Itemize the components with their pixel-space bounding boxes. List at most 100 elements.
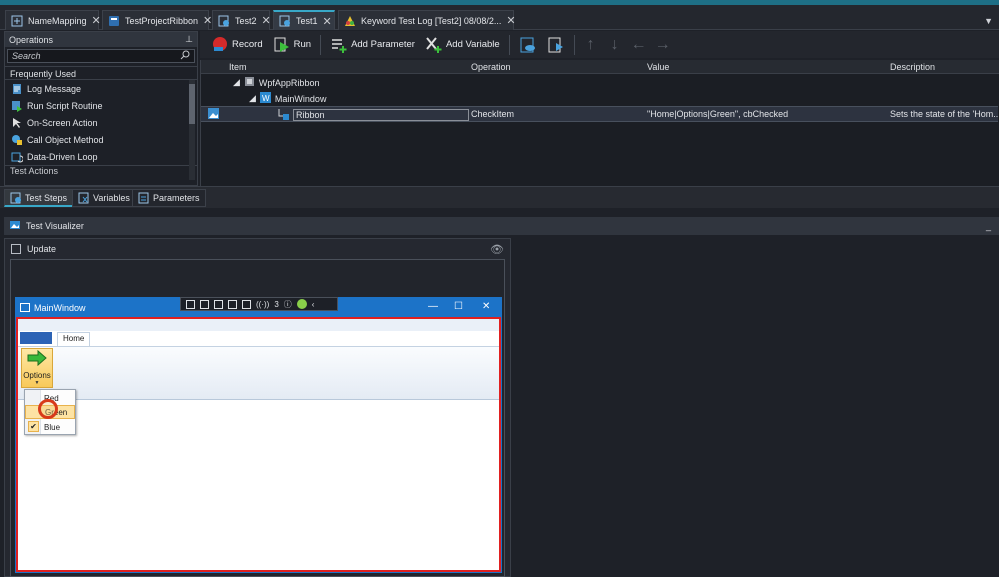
ribbon-body [18, 346, 499, 400]
record-icon [211, 36, 229, 54]
indent-left-icon[interactable]: ← [629, 36, 649, 54]
toolbar-separator [573, 34, 575, 55]
close-icon[interactable]: ✕ [262, 14, 271, 27]
toolbar-separator [508, 34, 510, 55]
operation-label: On-Screen Action [27, 117, 98, 128]
tab-label: Test Steps [25, 192, 68, 203]
run-icon [273, 36, 291, 54]
column-item[interactable]: Item [229, 62, 247, 72]
visualizer-title: Test Visualizer [26, 221, 84, 231]
captured-window-title: MainWindow [34, 302, 86, 313]
export-button[interactable] [544, 34, 568, 56]
checkbox-box[interactable] [11, 244, 21, 254]
column-operation[interactable]: Operation [471, 62, 511, 72]
collapse-arrow-icon[interactable]: ‹ [312, 300, 315, 309]
minimize-icon[interactable]: _ [986, 221, 991, 231]
test-log-icon [344, 15, 356, 27]
column-description[interactable]: Description [890, 62, 935, 72]
tree-label: MainWindow [274, 93, 327, 104]
process-icon [244, 76, 255, 89]
operation-label: Call Object Method [27, 134, 104, 145]
value-cell[interactable]: "Home|Options|Green", cbChecked [647, 109, 788, 119]
close-icon[interactable]: ✕ [203, 14, 212, 27]
log-message-icon [11, 83, 23, 95]
close-icon[interactable]: ✕ [323, 15, 332, 28]
scrollbar-thumb[interactable] [189, 84, 195, 124]
toolbar-separator [320, 34, 322, 55]
operation-cell[interactable]: CheckItem [471, 109, 514, 119]
add-parameter-button[interactable]: Add Parameter [327, 34, 418, 56]
update-checkbox[interactable]: Update [11, 244, 56, 254]
keyword-test-icon [279, 15, 291, 27]
column-value[interactable]: Value [647, 62, 669, 72]
operations-search-input[interactable]: Search [7, 49, 195, 63]
eye-icon[interactable]: 👁 [490, 243, 504, 256]
group-frequently-used[interactable]: Frequently Used [5, 66, 197, 80]
operation-log-message[interactable]: Log Message [5, 80, 197, 97]
tab-testprojectribbon[interactable]: TestProjectRibbon ✕ [102, 10, 212, 30]
info-icon[interactable]: ⓘ [284, 299, 292, 310]
close-icon[interactable]: ✕ [506, 14, 515, 27]
tab-label: Parameters [153, 193, 200, 203]
operation-run-script-routine[interactable]: Run Script Routine [5, 97, 197, 114]
test-steps-icon [10, 192, 22, 204]
run-label: Run [293, 39, 312, 50]
window-icon: W [259, 92, 271, 105]
broadcast-icon[interactable]: ((·)) [256, 300, 269, 309]
region-icon[interactable] [242, 299, 251, 309]
operation-call-object-method[interactable]: Call Object Method [5, 131, 197, 148]
dropdown-arrow-icon: ▼ [34, 380, 40, 386]
operations-title: Operations [9, 34, 54, 45]
operation-data-driven-loop[interactable]: Data-Driven Loop [5, 148, 197, 165]
minimize-window-icon: — [428, 301, 438, 312]
comment-button[interactable] [516, 34, 540, 56]
call-method-icon [11, 134, 23, 146]
group-test-actions[interactable]: Test Actions [5, 165, 197, 177]
document-tab-bar: NameMapping ✕ TestProjectRibbon ✕ Test2 … [0, 5, 999, 30]
checkmark-icon: ✔ [28, 421, 39, 432]
tab-label: Test1 [296, 16, 318, 26]
svg-text:W: W [262, 94, 270, 103]
tab-parameters[interactable]: Parameters [132, 189, 206, 207]
close-window-icon: ✕ [482, 301, 491, 312]
collapse-icon[interactable]: ◢ [233, 77, 240, 88]
export-icon [547, 36, 565, 54]
pointer-icon[interactable] [214, 299, 223, 309]
maximize-window-icon: ☐ [454, 301, 463, 312]
add-variable-button[interactable]: Add Variable [422, 34, 503, 56]
move-up-icon[interactable]: ↑ [581, 36, 601, 54]
tree-node-mainwindow[interactable]: ◢ W MainWindow [249, 92, 326, 105]
add-variable-icon [425, 36, 443, 54]
tab-label: TestProjectRibbon [125, 15, 199, 26]
add-variable-label: Add Variable [445, 39, 500, 50]
green-arrow-icon [26, 349, 48, 369]
operation-label: Log Message [27, 83, 82, 94]
test-visualizer-header: Test Visualizer _ [4, 217, 999, 235]
operation-on-screen-action[interactable]: On-Screen Action [5, 114, 197, 131]
close-icon[interactable]: ✕ [92, 14, 101, 27]
camera-icon[interactable] [200, 299, 209, 309]
record-button[interactable]: Record [208, 34, 266, 56]
ribbon-tab-home: Home [57, 332, 91, 346]
pin-icon[interactable]: ⊥ [185, 34, 193, 45]
tab-overflow-dropdown-icon[interactable]: ▼ [984, 16, 993, 26]
tab-test2[interactable]: Test2 ✕ [212, 10, 271, 30]
indent-right-icon[interactable]: → [653, 36, 673, 54]
description-cell[interactable]: Sets the state of the 'Hom... [890, 109, 999, 119]
tab-variables[interactable]: Variables [72, 189, 136, 207]
tab-namemapping[interactable]: NameMapping ✕ [5, 10, 101, 30]
tab-keyword-test-log[interactable]: Keyword Test Log [Test2] 08/08/2... ✕ [338, 10, 516, 30]
tab-test1[interactable]: Test1 ✕ [273, 10, 335, 30]
collapse-icon[interactable]: ◢ [249, 93, 256, 104]
run-button[interactable]: Run [270, 34, 314, 56]
tree-node-ribbon[interactable]: Ribbon [277, 108, 469, 122]
tree-node-wpfappribbon[interactable]: ◢ WpfAppRibbon [233, 76, 319, 89]
namemapping-icon [11, 15, 23, 27]
ribbon-item-cell[interactable]: Ribbon [293, 109, 469, 121]
frame-icon[interactable] [228, 299, 237, 309]
screen-icon[interactable] [186, 299, 195, 309]
tab-test-steps[interactable]: Test Steps [4, 189, 74, 207]
keyword-test-toolbar: Record Run Add Parameter Add Variable ↑ … [200, 31, 999, 58]
operations-scrollbar[interactable] [189, 80, 195, 180]
move-down-icon[interactable]: ↓ [605, 36, 625, 54]
